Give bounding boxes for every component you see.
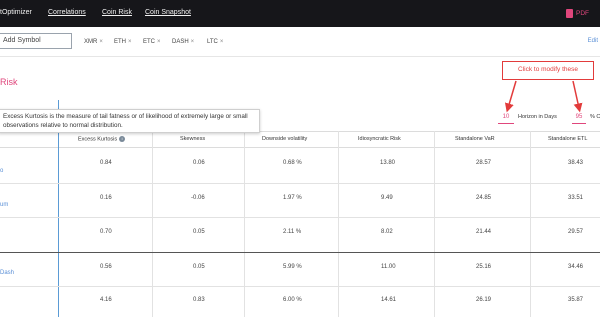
table-cell: 8.02 <box>381 229 393 235</box>
table-cell: 38.43 <box>568 160 584 166</box>
symbol-chip-ltc[interactable]: LTC × <box>207 39 223 45</box>
confidence-label: % C <box>590 114 600 120</box>
remove-icon[interactable]: × <box>157 39 161 45</box>
nav-item-correlations[interactable]: Correlations <box>48 9 86 16</box>
page-title: Risk <box>0 77 18 87</box>
symbol-chip-dash[interactable]: DASH × <box>172 39 194 45</box>
column-divider <box>244 131 245 317</box>
column-divider <box>434 131 435 317</box>
table-cell: 21.44 <box>476 229 492 235</box>
symbol-chip-xmr[interactable]: XMR × <box>84 39 103 45</box>
chip-label: ETC <box>143 39 155 45</box>
table-cell: 0.68 % <box>283 160 302 166</box>
table-cell: 0.56 <box>100 264 112 270</box>
row-label[interactable]: Dash <box>0 270 14 276</box>
column-divider <box>338 131 339 317</box>
row-divider <box>0 217 600 218</box>
column-divider <box>152 131 153 317</box>
table-cell: 0.16 <box>100 195 112 201</box>
table-cell: 0.05 <box>193 264 205 270</box>
table-cell: 24.85 <box>476 195 492 201</box>
column-header-skewness[interactable]: Skewness <box>180 136 205 142</box>
table-cell: 6.00 % <box>283 297 302 303</box>
column-header-excess-kurtosis[interactable]: Excess Kurtosis i <box>78 136 126 143</box>
column-header-standalone-etl[interactable]: Standalone ETL <box>548 136 587 142</box>
table-cell: 5.99 % <box>283 264 302 270</box>
table-cell: 0.06 <box>193 160 205 166</box>
row-label[interactable]: um <box>0 202 8 208</box>
table-cell: 1.97 % <box>283 195 302 201</box>
table-cell: 14.61 <box>381 297 397 303</box>
symbol-chip-eth[interactable]: ETH × <box>114 39 132 45</box>
arrow-to-percent <box>572 80 583 113</box>
chip-label: ETH <box>114 39 126 45</box>
row-divider <box>0 252 600 253</box>
horizon-days-input[interactable]: 10 <box>498 111 514 124</box>
symbol-chip-etc[interactable]: ETC × <box>143 39 161 45</box>
column-header-standalone-var[interactable]: Standalone VaR <box>455 136 495 142</box>
column-header-downside-volatility[interactable]: Downside volatility <box>262 136 307 142</box>
top-nav-bar: tOptimizer Correlations Coin Risk Coin S… <box>0 0 600 27</box>
chip-label: DASH <box>172 39 189 45</box>
kurtosis-tooltip: Excess Kurtosis is the measure of tail f… <box>0 109 260 133</box>
table-cell: 11.00 <box>381 264 396 270</box>
table-cell: 13.80 <box>380 160 396 166</box>
table-cell: 34.46 <box>568 264 584 270</box>
info-icon[interactable]: i <box>119 136 126 142</box>
table-cell: 0.84 <box>100 160 112 166</box>
table-cell: 0.83 <box>193 297 205 303</box>
table-cell: 33.51 <box>568 195 584 201</box>
table-cell: 0.05 <box>193 229 205 235</box>
edit-link[interactable]: Edit <box>588 38 598 44</box>
table-cell: 26.19 <box>476 297 492 303</box>
callout-annotation: Click to modify these <box>502 61 594 80</box>
table-cell: 29.57 <box>568 229 584 235</box>
symbol-bar: Add Symbol XMR × ETH × ETC × DASH × LTC × Edi… <box>0 27 600 57</box>
chip-label: XMR <box>84 39 98 45</box>
horizon-days-label: Horizon in Days <box>518 114 557 120</box>
table-cell: 4.16 <box>100 297 112 303</box>
row-divider <box>0 183 600 184</box>
confidence-input[interactable]: 95 <box>572 111 586 124</box>
pdf-icon <box>566 9 573 18</box>
column-header-idiosyncratic-risk[interactable]: Idiosyncratic Risk <box>358 136 401 142</box>
nav-item-coin-snapshot[interactable]: Coin Snapshot <box>145 9 191 16</box>
table-cell: 25.16 <box>476 264 492 270</box>
chip-label: LTC <box>207 39 218 45</box>
column-divider <box>530 131 531 317</box>
pdf-label: PDF <box>576 10 589 17</box>
remove-icon[interactable]: × <box>220 39 224 45</box>
header-label: Excess Kurtosis <box>78 136 118 143</box>
nav-item-coin-risk[interactable]: Coin Risk <box>102 9 132 16</box>
arrow-to-horizon <box>504 80 517 113</box>
table-cell: 28.57 <box>476 160 492 166</box>
remove-icon[interactable]: × <box>128 39 132 45</box>
pdf-export-button[interactable]: PDF <box>566 7 596 20</box>
table-cell: 2.11 % <box>283 229 302 235</box>
remove-icon[interactable]: × <box>191 39 195 45</box>
table-cell: -0.06 <box>191 195 205 201</box>
table-cell: 0.70 <box>100 229 112 235</box>
table-cell: 35.87 <box>568 297 584 303</box>
nav-item-optimizer[interactable]: tOptimizer <box>0 9 32 16</box>
remove-icon[interactable]: × <box>99 39 103 45</box>
add-symbol-input[interactable]: Add Symbol <box>0 33 72 49</box>
row-label[interactable]: o <box>0 168 3 174</box>
row-divider <box>0 286 600 287</box>
table-cell: 9.49 <box>381 195 393 201</box>
